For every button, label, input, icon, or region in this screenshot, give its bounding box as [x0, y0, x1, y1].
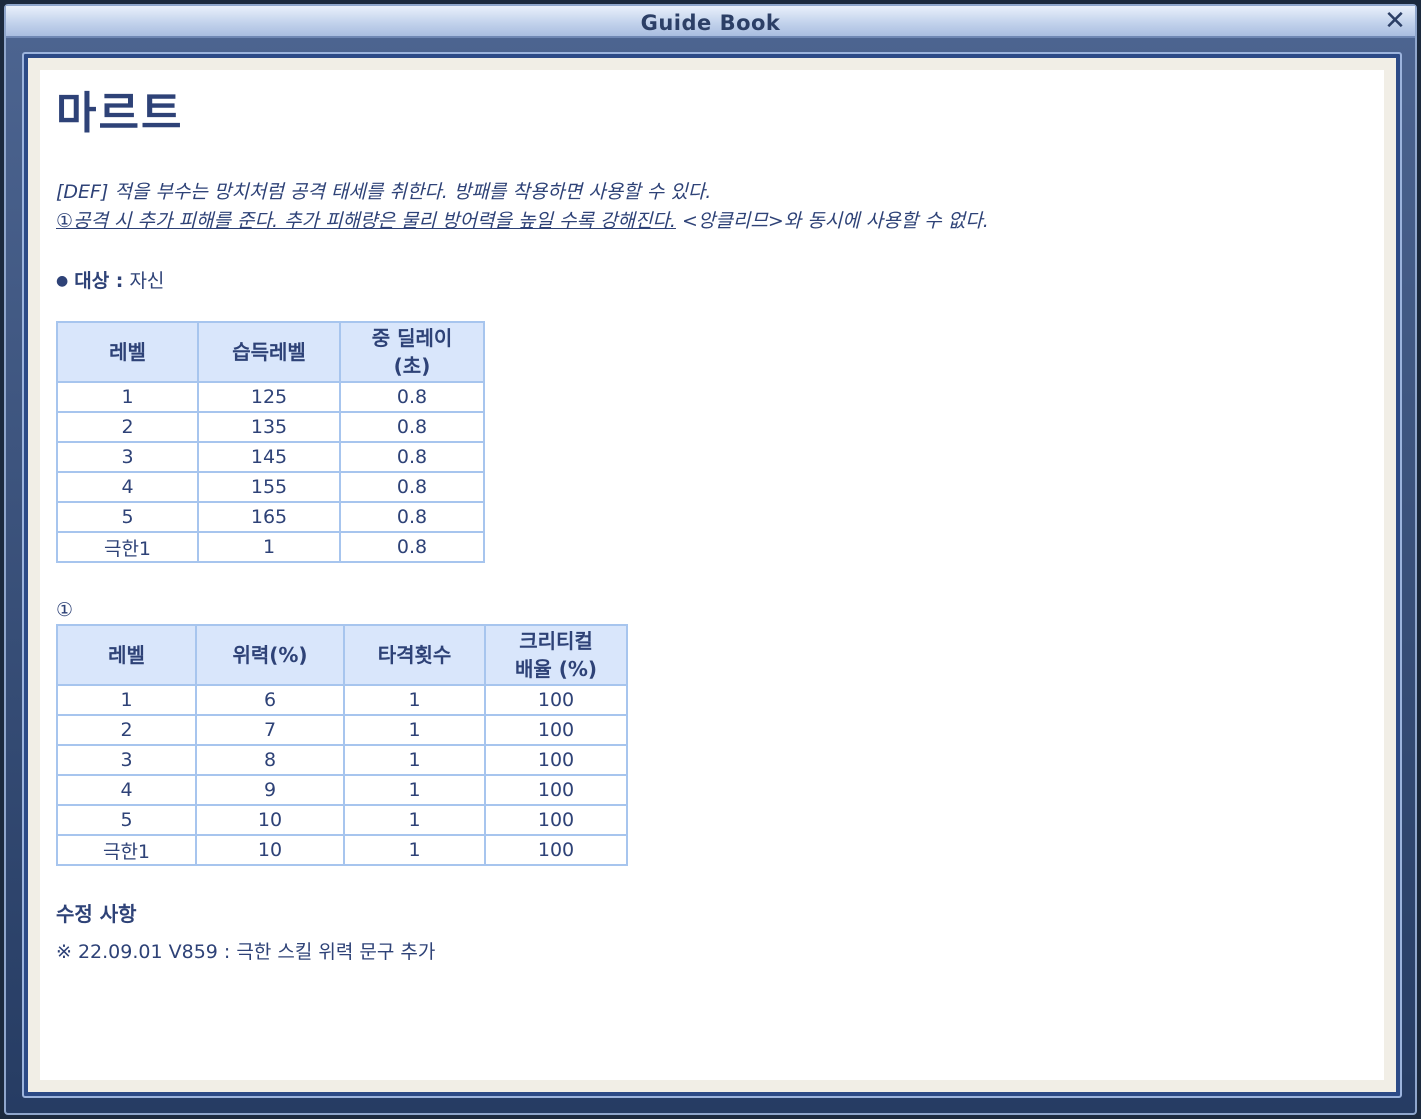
column-header: 습득레벨 — [197, 321, 341, 383]
table-cell: 100 — [484, 804, 628, 836]
table-header-row: 레벨 습득레벨 중 딜레이 (초) — [56, 321, 485, 383]
table-cell: 125 — [197, 381, 341, 413]
column-header: 레벨 — [56, 321, 199, 383]
close-button[interactable]: ✕ — [1383, 8, 1407, 34]
table-row: 4 155 0.8 — [56, 471, 485, 503]
table-cell: 100 — [484, 684, 628, 716]
content-frame: 마르트 [DEF] 적을 부수는 망치처럼 공격 태세를 취한다. 방패를 착용… — [22, 52, 1402, 1098]
table-cell: 1 — [343, 714, 486, 746]
close-icon: ✕ — [1384, 6, 1406, 36]
guide-book-window: Guide Book ✕ 마르트 [DEF] 적을 부수는 망치처럼 공격 태세… — [4, 4, 1417, 1115]
table-cell: 165 — [197, 501, 341, 533]
table-row: 5 165 0.8 — [56, 501, 485, 533]
desc-line-2-underlined: ①공격 시 추가 피해를 준다. 추가 피해량은 물리 방어력을 높일 수록 강… — [56, 210, 676, 232]
table-cell: 0.8 — [339, 441, 485, 473]
table-row: 4 9 1 100 — [56, 774, 628, 806]
table-cell: 100 — [484, 834, 628, 866]
table-cell: 10 — [195, 834, 345, 866]
table-cell: 1 — [343, 774, 486, 806]
changes-list: ※ 22.09.01 V859 : 극한 스킬 위력 문구 추가 — [56, 937, 1368, 964]
column-header: 크리티컬 배율 (%) — [484, 624, 628, 686]
table-cell: 0.8 — [339, 411, 485, 443]
table-cell: 1 — [343, 684, 486, 716]
table-cell: 1 — [56, 684, 197, 716]
guide-content[interactable]: 마르트 [DEF] 적을 부수는 망치처럼 공격 태세를 취한다. 방패를 착용… — [40, 70, 1384, 1080]
table-cell: 0.8 — [339, 531, 485, 563]
content-frame-inner: 마르트 [DEF] 적을 부수는 망치처럼 공격 태세를 취한다. 방패를 착용… — [28, 58, 1396, 1092]
footnote-mark: ① — [56, 599, 74, 621]
table-cell: 5 — [56, 804, 197, 836]
table-cell: 3 — [56, 441, 199, 473]
table-row: 5 10 1 100 — [56, 804, 628, 836]
table-cell: 1 — [343, 804, 486, 836]
table-cell: 1 — [197, 531, 341, 563]
table-row: 2 7 1 100 — [56, 714, 628, 746]
target-label: 대상 : — [74, 270, 124, 292]
column-header: 중 딜레이 (초) — [339, 321, 485, 383]
table-row: 극한1 10 1 100 — [56, 834, 628, 866]
table-cell: 2 — [56, 411, 199, 443]
table-row: 극한1 1 0.8 — [56, 531, 485, 563]
skill-target: ● 대상 : 자신 — [56, 266, 1368, 293]
table-cell: 5 — [56, 501, 199, 533]
table-cell: 2 — [56, 714, 197, 746]
table-cell: 3 — [56, 744, 197, 776]
table-cell: 100 — [484, 714, 628, 746]
table-cell: 9 — [195, 774, 345, 806]
table-cell: 100 — [484, 744, 628, 776]
column-header: 위력(%) — [195, 624, 345, 686]
table-cell: 100 — [484, 774, 628, 806]
column-header: 레벨 — [56, 624, 197, 686]
table-cell: 극한1 — [56, 834, 197, 866]
table-cell: 1 — [343, 744, 486, 776]
title-bar[interactable]: Guide Book ✕ — [6, 6, 1415, 38]
table-cell: 1 — [343, 834, 486, 866]
table-row: 2 135 0.8 — [56, 411, 485, 443]
bullet-icon: ● — [56, 273, 69, 289]
table-cell: 4 — [56, 471, 199, 503]
table-row: 1 125 0.8 — [56, 381, 485, 413]
desc-line-1: [DEF] 적을 부수는 망치처럼 공격 태세를 취한다. 방패를 착용하면 사… — [56, 181, 712, 203]
window-title: Guide Book — [640, 11, 781, 35]
table-cell: 6 — [195, 684, 345, 716]
table-cell: 4 — [56, 774, 197, 806]
table-cell: 135 — [197, 411, 341, 443]
table-cell: 극한1 — [56, 531, 199, 563]
table-row: 3 145 0.8 — [56, 441, 485, 473]
table-cell: 8 — [195, 744, 345, 776]
desc-line-2-rest: <앙클리므>와 동시에 사용할 수 없다. — [675, 210, 989, 232]
table-cell: 145 — [197, 441, 341, 473]
table-cell: 7 — [195, 714, 345, 746]
table-header-row: 레벨 위력(%) 타격횟수 크리티컬 배율 (%) — [56, 624, 628, 686]
changes-item: ※ 22.09.01 V859 : 극한 스킬 위력 문구 추가 — [56, 941, 436, 963]
column-header: 타격횟수 — [343, 624, 486, 686]
level-table: 레벨 습득레벨 중 딜레이 (초) 1 125 0.8 2 135 0.8 3 145 0.8 4 15… — [56, 321, 485, 563]
changes-title: 수정 사항 — [56, 902, 137, 926]
table-row: 1 6 1 100 — [56, 684, 628, 716]
table-cell: 10 — [195, 804, 345, 836]
skill-description: [DEF] 적을 부수는 망치처럼 공격 태세를 취한다. 방패를 착용하면 사… — [56, 178, 1368, 236]
table-cell: 0.8 — [339, 471, 485, 503]
target-value: 자신 — [123, 270, 165, 292]
skill-name: 마르트 — [56, 88, 184, 139]
power-table: 레벨 위력(%) 타격횟수 크리티컬 배율 (%) 1 6 1 100 2 7 1 100 3 8 1 10… — [56, 624, 628, 866]
table-row: 3 8 1 100 — [56, 744, 628, 776]
desc-line-2: ①공격 시 추가 피해를 준다. 추가 피해량은 물리 방어력을 높일 수록 강… — [56, 207, 1368, 236]
table-cell: 1 — [56, 381, 199, 413]
table-cell: 155 — [197, 471, 341, 503]
table-cell: 0.8 — [339, 381, 485, 413]
table-cell: 0.8 — [339, 501, 485, 533]
